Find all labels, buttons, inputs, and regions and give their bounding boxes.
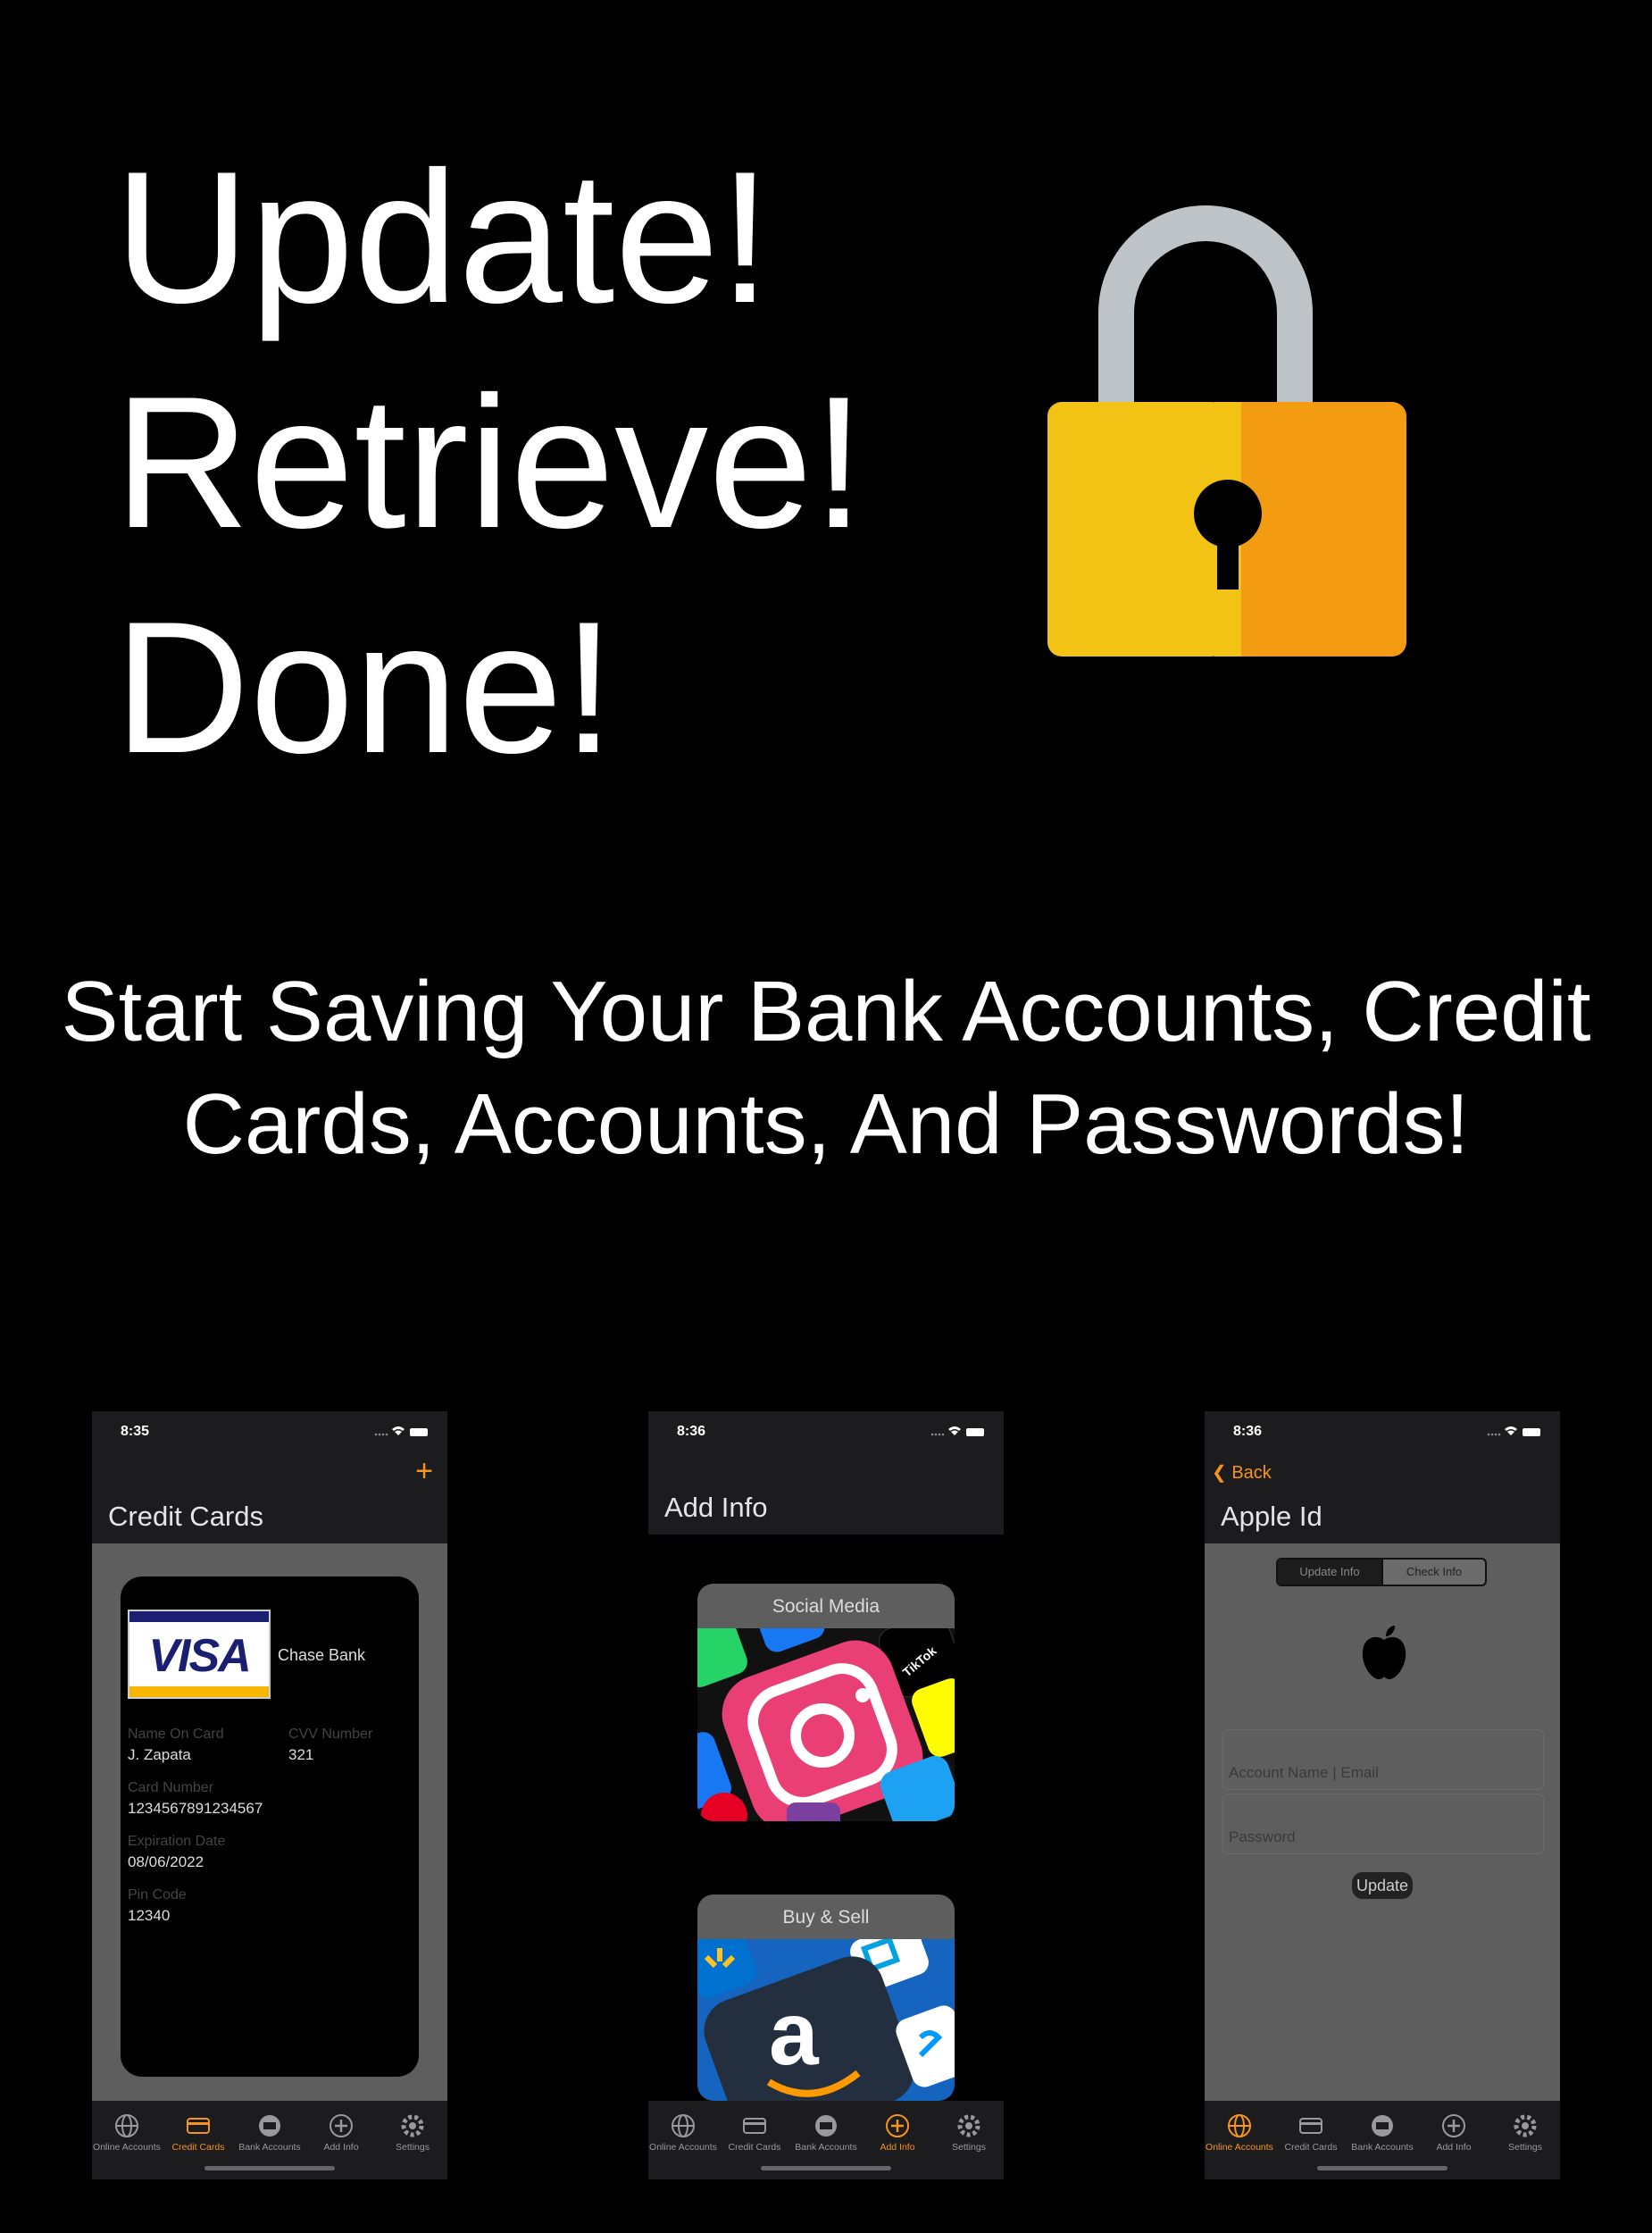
status-time: 8:36 <box>1233 1424 1263 1439</box>
gear-icon <box>1514 2114 1537 2137</box>
card-list: VISA Chase Bank Name On Card J. Zapata C… <box>92 1543 447 2101</box>
tab-add-info[interactable]: Add Info <box>1418 2113 1489 2153</box>
number-value: 1234567891234567 <box>128 1800 263 1817</box>
tab-settings[interactable]: Settings <box>377 2113 447 2153</box>
tab-online-accounts[interactable]: Online Accounts <box>1205 2113 1275 2153</box>
svg-text:a: a <box>769 1984 820 2084</box>
phone-add-info: 8:36 Add Info Social Media TikTok Buy & … <box>648 1411 1004 2179</box>
status-time: 8:36 <box>677 1424 706 1439</box>
credit-card-item[interactable]: VISA Chase Bank Name On Card J. Zapata C… <box>121 1576 419 2077</box>
tab-bar: Online Accounts Credit Cards Bank Accoun… <box>92 2101 447 2179</box>
status-time: 8:35 <box>121 1424 150 1439</box>
bank-icon <box>1372 2115 1393 2137</box>
account-name-input[interactable]: Account Name | Email <box>1222 1729 1544 1790</box>
chevron-left-icon: ❮ <box>1212 1463 1227 1483</box>
home-indicator <box>1317 2166 1448 2170</box>
tab-settings[interactable]: Settings <box>1489 2113 1560 2153</box>
social-media-apps-image: TikTok <box>697 1595 955 1821</box>
back-button[interactable]: ❮ Back <box>1212 1461 1272 1484</box>
page-title: Add Info <box>664 1492 768 1523</box>
category-label: Social Media <box>697 1584 955 1628</box>
exp-value: 08/06/2022 <box>128 1853 204 1870</box>
back-label: Back <box>1231 1463 1272 1483</box>
status-icons <box>374 1426 428 1436</box>
tab-bar: Online Accounts Credit Cards Bank Accoun… <box>1205 2101 1560 2179</box>
pin-value: 12340 <box>128 1907 171 1924</box>
status-bar: 8:36 <box>1205 1411 1560 1451</box>
tab-add-info[interactable]: Add Info <box>305 2113 377 2153</box>
gear-icon <box>957 2114 980 2137</box>
visa-logo: VISA <box>128 1610 271 1699</box>
apple-logo-icon <box>1362 1626 1406 1679</box>
credit-card-icon <box>1299 2118 1322 2134</box>
headline-line-2: Retrieve! <box>114 357 865 567</box>
tagline-line-2: Cards, Accounts, And Passwords! <box>182 1076 1470 1172</box>
tab-bank-accounts[interactable]: Bank Accounts <box>234 2113 305 2153</box>
segment-check-info[interactable]: Check Info <box>1381 1560 1485 1585</box>
add-circle-icon <box>886 2114 909 2137</box>
globe-icon <box>1228 2114 1251 2137</box>
bank-icon <box>259 2115 280 2137</box>
segmented-control: Update Info Check Info <box>1276 1558 1487 1586</box>
headline: Update! Retrieve! Done! <box>114 125 918 800</box>
tab-bar: Online Accounts Credit Cards Bank Accoun… <box>648 2101 1004 2179</box>
add-card-button[interactable]: + <box>415 1456 433 1486</box>
globe-icon <box>672 2114 695 2137</box>
tagline-line-1: Start Saving Your Bank Accounts, Credit <box>61 964 1591 1059</box>
credit-card-icon <box>743 2118 766 2134</box>
update-button[interactable]: Update <box>1352 1872 1413 1899</box>
account-form: Update Info Check Info Account Name | Em… <box>1205 1543 1560 2101</box>
cvv-value: 321 <box>288 1746 314 1763</box>
segment-update-info[interactable]: Update Info <box>1278 1560 1381 1585</box>
home-indicator <box>761 2166 891 2170</box>
tab-add-info[interactable]: Add Info <box>862 2113 933 2153</box>
page-title: Credit Cards <box>108 1501 263 1532</box>
tab-bank-accounts[interactable]: Bank Accounts <box>1347 2113 1418 2153</box>
tab-online-accounts[interactable]: Online Accounts <box>648 2113 719 2153</box>
password-input[interactable]: Password <box>1222 1794 1544 1854</box>
tab-online-accounts[interactable]: Online Accounts <box>92 2113 163 2153</box>
name-value: J. Zapata <box>128 1746 191 1763</box>
credit-card-icon <box>187 2118 210 2134</box>
home-indicator <box>204 2166 335 2170</box>
cvv-label: CVV Number <box>288 1727 373 1742</box>
exp-label: Expiration Date <box>128 1834 226 1849</box>
category-buy-and-sell[interactable]: Buy & Sell a <box>697 1894 955 2101</box>
headline-line-1: Update! <box>114 132 772 342</box>
tab-bank-accounts[interactable]: Bank Accounts <box>790 2113 862 2153</box>
bank-name: Chase Bank <box>278 1646 366 1664</box>
headline-line-3: Done! <box>114 582 615 792</box>
name-label: Name On Card <box>128 1727 224 1742</box>
phone-apple-id: 8:36 ❮ Back Apple Id Update Info Check I… <box>1205 1411 1560 2179</box>
tab-settings[interactable]: Settings <box>933 2113 1004 2153</box>
category-label: Buy & Sell <box>697 1894 955 1939</box>
status-bar: 8:35 <box>92 1411 447 1451</box>
status-icons <box>1487 1426 1540 1436</box>
padlock-icon <box>1047 205 1406 657</box>
add-circle-icon <box>330 2114 353 2137</box>
status-bar: 8:36 <box>648 1411 1004 1451</box>
tab-credit-cards[interactable]: Credit Cards <box>1275 2113 1347 2153</box>
phone-credit-cards: 8:35 + Credit Cards VISA Chase Bank Name… <box>92 1411 447 2179</box>
add-circle-icon <box>1442 2114 1465 2137</box>
number-label: Card Number <box>128 1780 214 1795</box>
tab-credit-cards[interactable]: Credit Cards <box>163 2113 234 2153</box>
page-title: Apple Id <box>1221 1501 1322 1532</box>
status-icons <box>930 1426 984 1436</box>
gear-icon <box>401 2114 424 2137</box>
bank-icon <box>815 2115 837 2137</box>
globe-icon <box>115 2114 138 2137</box>
category-social-media[interactable]: Social Media TikTok <box>697 1584 955 1821</box>
tab-credit-cards[interactable]: Credit Cards <box>719 2113 790 2153</box>
buy-sell-apps-image: a <box>697 1923 955 2101</box>
pin-label: Pin Code <box>128 1887 187 1903</box>
tagline: Start Saving Your Bank Accounts, Credit … <box>0 956 1652 1181</box>
